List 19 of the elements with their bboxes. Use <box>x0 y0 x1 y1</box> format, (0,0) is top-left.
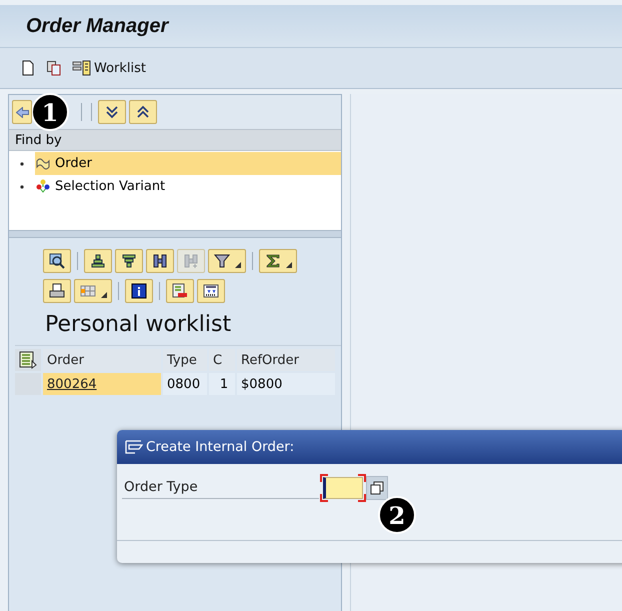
column-header[interactable]: RefOrder <box>237 349 335 371</box>
column-header[interactable]: Type <box>163 349 207 371</box>
tree-item[interactable]: Order <box>35 152 341 175</box>
table-cell: 0800 <box>163 373 207 395</box>
worklist-title: Personal worklist <box>44 311 232 339</box>
table-cell: $0800 <box>237 373 335 395</box>
field-label: Order Type <box>122 477 319 499</box>
table-cell: 1 <box>209 373 235 395</box>
order-link[interactable]: 800264 <box>47 376 97 392</box>
find-by-header: Find by <box>9 129 341 151</box>
callout-badge: 1 <box>31 93 69 131</box>
column-header[interactable]: C <box>209 349 235 371</box>
dialog-title: Create Internal Order: <box>146 439 294 455</box>
tree-item[interactable]: Selection Variant <box>35 175 341 198</box>
column-header[interactable]: Order <box>43 349 161 371</box>
table-cell[interactable]: 800264 <box>43 373 161 395</box>
window-title: Order Manager <box>26 14 168 38</box>
worklist-toolbar-button[interactable]: Worklist <box>72 60 146 76</box>
callout-badge: 2 <box>378 496 416 534</box>
